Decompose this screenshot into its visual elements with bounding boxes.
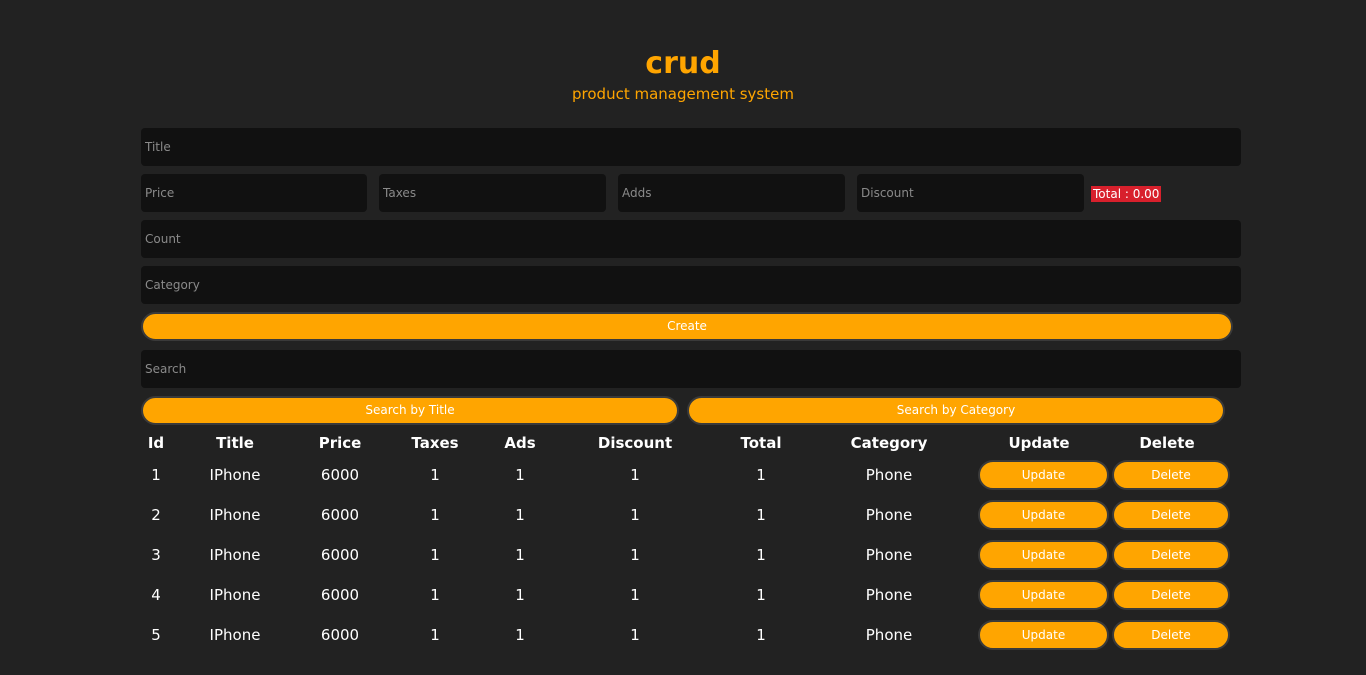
cell-category: Phone <box>865 506 913 524</box>
cell-total: 1 <box>756 506 766 524</box>
cell-taxes: 1 <box>430 626 440 644</box>
cell-title: IPhone <box>209 546 261 564</box>
cell-taxes: 1 <box>430 586 440 604</box>
cell-title: IPhone <box>209 466 261 484</box>
cell-total: 1 <box>756 626 766 644</box>
search-by-title-button[interactable]: Search by Title <box>141 396 679 425</box>
cell-price: 6000 <box>320 626 360 644</box>
price-input[interactable] <box>141 174 367 212</box>
header-total: Total <box>740 434 782 452</box>
cell-discount: 1 <box>630 626 640 644</box>
ads-input[interactable] <box>618 174 845 212</box>
cell-total: 1 <box>756 546 766 564</box>
cell-total: 1 <box>756 466 766 484</box>
cell-category: Phone <box>865 466 913 484</box>
cell-id: 3 <box>151 546 161 564</box>
cell-price: 6000 <box>320 506 360 524</box>
search-by-category-button[interactable]: Search by Category <box>687 396 1225 425</box>
header-ads: Ads <box>504 434 536 452</box>
cell-ads: 1 <box>515 586 525 604</box>
header-category: Category <box>850 434 928 452</box>
cell-ads: 1 <box>515 466 525 484</box>
cell-discount: 1 <box>630 586 640 604</box>
cell-id: 1 <box>151 466 161 484</box>
update-button[interactable]: Update <box>978 580 1109 610</box>
delete-button[interactable]: Delete <box>1112 620 1230 650</box>
header: crud product management system <box>0 44 1366 104</box>
header-price: Price <box>318 434 362 452</box>
cell-price: 6000 <box>320 546 360 564</box>
cell-discount: 1 <box>630 546 640 564</box>
update-button[interactable]: Update <box>978 540 1109 570</box>
update-button[interactable]: Update <box>978 500 1109 530</box>
cell-price: 6000 <box>320 466 360 484</box>
header-title: Title <box>216 434 254 452</box>
create-button[interactable]: Create <box>141 312 1233 341</box>
page-subtitle: product management system <box>572 85 794 103</box>
cell-title: IPhone <box>209 506 261 524</box>
discount-input[interactable] <box>857 174 1084 212</box>
cell-category: Phone <box>865 586 913 604</box>
crud-app: crud product management system Total : 0… <box>0 0 1366 675</box>
cell-ads: 1 <box>515 626 525 644</box>
header-update: Update <box>1008 434 1070 452</box>
count-input[interactable] <box>141 220 1241 258</box>
page-title: crud <box>645 46 721 81</box>
cell-price: 6000 <box>320 586 360 604</box>
delete-button[interactable]: Delete <box>1112 500 1230 530</box>
title-input[interactable] <box>141 128 1241 166</box>
cell-category: Phone <box>865 626 913 644</box>
cell-title: IPhone <box>209 586 261 604</box>
cell-total: 1 <box>756 586 766 604</box>
cell-taxes: 1 <box>430 506 440 524</box>
cell-taxes: 1 <box>430 466 440 484</box>
cell-title: IPhone <box>209 626 261 644</box>
header-delete: Delete <box>1139 434 1195 452</box>
search-input[interactable] <box>141 350 1241 388</box>
cell-ads: 1 <box>515 546 525 564</box>
delete-button[interactable]: Delete <box>1112 580 1230 610</box>
cell-id: 5 <box>151 626 161 644</box>
taxes-input[interactable] <box>379 174 606 212</box>
delete-button[interactable]: Delete <box>1112 540 1230 570</box>
cell-id: 2 <box>151 506 161 524</box>
cell-id: 4 <box>151 586 161 604</box>
category-input[interactable] <box>141 266 1241 304</box>
update-button[interactable]: Update <box>978 460 1109 490</box>
update-button[interactable]: Update <box>978 620 1109 650</box>
total-badge: Total : 0.00 <box>1091 186 1162 202</box>
header-id: Id <box>147 434 165 452</box>
cell-taxes: 1 <box>430 546 440 564</box>
header-discount: Discount <box>597 434 673 452</box>
cell-discount: 1 <box>630 466 640 484</box>
header-taxes: Taxes <box>411 434 459 452</box>
cell-category: Phone <box>865 546 913 564</box>
delete-button[interactable]: Delete <box>1112 460 1230 490</box>
cell-ads: 1 <box>515 506 525 524</box>
cell-discount: 1 <box>630 506 640 524</box>
